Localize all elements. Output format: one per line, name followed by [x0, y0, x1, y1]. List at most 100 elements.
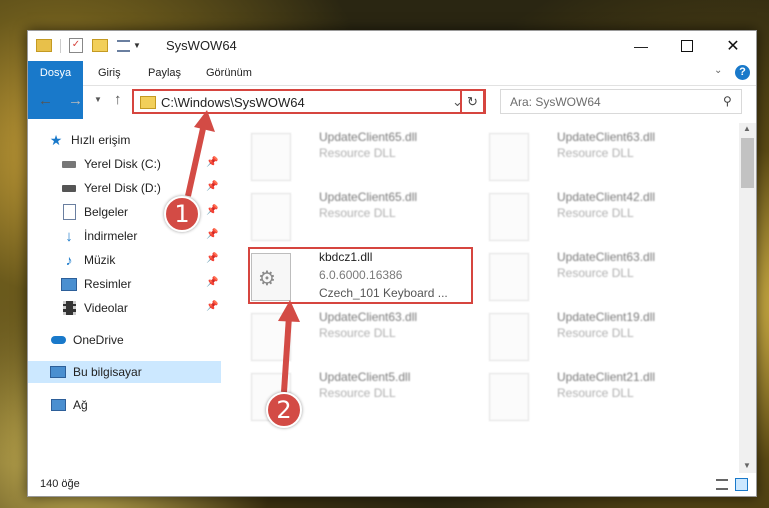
title-bar: ✓ ▼ SysWOW64 — ✕	[28, 31, 756, 61]
status-bar: 140 öğe	[28, 473, 756, 497]
nav-label: Videolar	[84, 301, 128, 315]
file-name: UpdateClient63.dll	[557, 250, 656, 264]
file-description: Resource DLL	[557, 146, 634, 160]
file-description: Resource DLL	[557, 266, 634, 280]
pin-icon: 📌	[206, 181, 219, 192]
computer-icon	[50, 364, 66, 380]
network-icon	[50, 397, 66, 413]
search-placeholder: Ara: SysWOW64	[510, 95, 601, 109]
address-path: C:\Windows\SysWOW64	[161, 95, 305, 110]
forward-icon[interactable]: →	[68, 92, 83, 109]
star-icon: ★	[49, 131, 63, 148]
nav-label: Yerel Disk (D:)	[84, 181, 161, 195]
refresh-button[interactable]: ↻	[460, 89, 485, 114]
chevron-down-icon[interactable]: ▼	[133, 41, 141, 50]
file-description: Resource DLL	[319, 386, 396, 400]
nav-label: Resimler	[84, 277, 132, 291]
nav-item-pictures[interactable]: Resimler 📌	[28, 273, 221, 295]
film-icon	[61, 300, 77, 316]
file-name: UpdateClient65.dll	[319, 130, 418, 144]
file-item[interactable]: UpdateClient65.dll Resource DLL	[243, 187, 473, 245]
minimize-button[interactable]: —	[618, 31, 664, 61]
file-item[interactable]: UpdateClient63.dll Resource DLL	[481, 127, 711, 185]
nav-label: Belgeler	[84, 205, 129, 219]
search-input[interactable]: Ara: SysWOW64 ⚲	[500, 89, 742, 114]
nav-onedrive[interactable]: OneDrive	[28, 329, 221, 351]
help-icon[interactable]: ?	[735, 65, 750, 80]
dll-file-icon	[489, 133, 529, 181]
nav-network[interactable]: Ağ	[28, 394, 221, 416]
file-description: Resource DLL	[557, 326, 634, 340]
document-icon	[61, 204, 77, 220]
drive-icon	[61, 180, 77, 196]
music-icon: ♪	[65, 252, 73, 268]
file-name: UpdateClient5.dll	[319, 370, 411, 384]
file-description: Resource DLL	[557, 386, 634, 400]
tab-home[interactable]: Giriş	[98, 61, 121, 85]
file-item[interactable]: UpdateClient63.dll Resource DLL	[481, 247, 711, 305]
file-description: Resource DLL	[319, 326, 396, 340]
customize-icon[interactable]	[117, 39, 130, 52]
nav-label: Ağ	[73, 398, 88, 412]
file-item[interactable]: UpdateClient21.dll Resource DLL	[481, 367, 711, 425]
file-item[interactable]: UpdateClient63.dll Resource DLL	[243, 307, 473, 365]
file-description: Resource DLL	[319, 146, 396, 160]
nav-label: Hızlı erişim	[71, 133, 131, 147]
file-name: UpdateClient63.dll	[557, 130, 656, 144]
nav-label: OneDrive	[73, 333, 124, 347]
nav-item-videos[interactable]: Videolar 📌	[28, 297, 221, 319]
nav-label: Yerel Disk (C:)	[84, 157, 161, 171]
pin-icon: 📌	[206, 277, 219, 288]
tiles-view-icon[interactable]	[735, 478, 748, 491]
pin-icon: 📌	[206, 157, 219, 168]
file-description: Resource DLL	[319, 206, 396, 220]
scroll-thumb[interactable]	[741, 138, 754, 188]
dll-file-icon	[489, 373, 529, 421]
pin-icon: 📌	[206, 253, 219, 264]
pictures-icon	[61, 276, 77, 292]
maximize-button[interactable]	[664, 31, 710, 61]
dll-file-icon	[489, 253, 529, 301]
download-icon: ↓	[65, 227, 73, 245]
nav-this-pc[interactable]: Bu bilgisayar	[28, 361, 221, 383]
scroll-down-icon[interactable]: ▼	[743, 461, 751, 470]
pin-icon: 📌	[206, 229, 219, 240]
dll-file-icon	[489, 193, 529, 241]
explorer-window: ✓ ▼ SysWOW64 — ✕ Dosya Giriş Paylaş Görü…	[27, 30, 757, 497]
file-item[interactable]: UpdateClient65.dll Resource DLL	[243, 127, 473, 185]
file-description: Resource DLL	[557, 206, 634, 220]
tab-view[interactable]: Görünüm	[206, 61, 252, 85]
quick-access-toolbar: ✓ ▼	[36, 38, 141, 53]
callout-2: 2	[266, 392, 302, 428]
navigation-bar: ← → ▼ ↑ C:\Windows\SysWOW64 ⌄ ↻ Ara: Sys…	[28, 86, 756, 118]
file-name: UpdateClient21.dll	[557, 370, 656, 384]
nav-label: Müzik	[84, 253, 116, 267]
folder-icon	[36, 39, 52, 52]
address-bar[interactable]: C:\Windows\SysWOW64 ⌄	[132, 89, 486, 114]
expand-ribbon-icon[interactable]: ⌄	[714, 65, 722, 76]
recent-locations-icon[interactable]: ▼	[94, 95, 102, 104]
dll-file-icon	[251, 313, 291, 361]
window-title: SysWOW64	[166, 38, 237, 53]
highlight-box	[248, 247, 473, 304]
vertical-scrollbar[interactable]: ▲ ▼	[739, 123, 756, 473]
tab-share[interactable]: Paylaş	[148, 61, 181, 85]
dll-file-icon	[489, 313, 529, 361]
pin-icon: 📌	[206, 301, 219, 312]
file-item[interactable]: UpdateClient42.dll Resource DLL	[481, 187, 711, 245]
ribbon: Dosya Giriş Paylaş Görünüm ⌄ ?	[28, 61, 756, 119]
up-icon[interactable]: ↑	[114, 91, 122, 108]
nav-item-disk-c[interactable]: Yerel Disk (C:) 📌	[28, 153, 221, 175]
file-item[interactable]: UpdateClient19.dll Resource DLL	[481, 307, 711, 365]
details-view-icon[interactable]	[716, 479, 728, 490]
back-icon[interactable]: ←	[38, 92, 53, 109]
new-folder-icon[interactable]	[92, 39, 108, 52]
nav-item-music[interactable]: ♪ Müzik 📌	[28, 249, 221, 271]
maximize-icon	[681, 40, 693, 52]
scroll-up-icon[interactable]: ▲	[743, 124, 751, 133]
properties-icon[interactable]: ✓	[69, 38, 83, 53]
nav-item-disk-d[interactable]: Yerel Disk (D:) 📌	[28, 177, 221, 199]
nav-quick-access[interactable]: ★ Hızlı erişim	[28, 129, 221, 151]
refresh-icon: ↻	[467, 93, 478, 109]
close-button[interactable]: ✕	[710, 31, 756, 61]
